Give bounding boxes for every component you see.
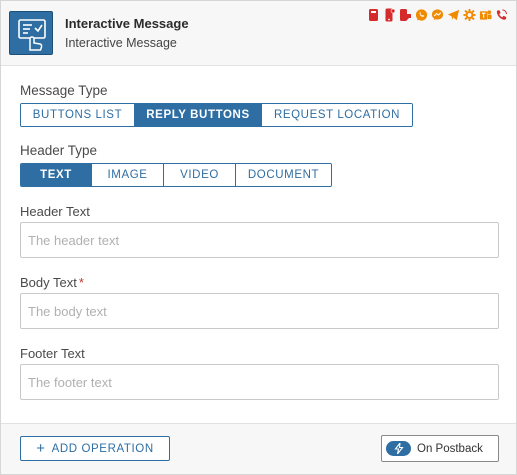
message-type-label: Message Type (20, 83, 108, 98)
plus-icon: + (36, 440, 46, 457)
header-type-video[interactable]: Video (164, 164, 236, 186)
sms-icon (367, 8, 380, 22)
add-operation-button[interactable]: + ADD OPERATION (20, 436, 170, 461)
message-type-buttons-list[interactable]: Buttons List (21, 104, 135, 126)
header-type-document[interactable]: Document (236, 164, 331, 186)
webhook-icon (463, 8, 476, 22)
interactive-message-panel: Interactive Message Interactive Message (0, 0, 517, 475)
node-subtitle: Interactive Message (65, 36, 177, 50)
message-type-request-location[interactable]: Request Location (262, 104, 412, 126)
header-type-image[interactable]: Image (92, 164, 164, 186)
header-type-label: Header Type (20, 143, 98, 158)
body-text-label-row: Body Text * (20, 275, 84, 290)
on-postback-button[interactable]: On Postback (381, 435, 499, 462)
messenger-icon (431, 8, 444, 22)
node-footer: + ADD OPERATION On Postback (1, 423, 516, 474)
message-type-selector: Buttons List Reply Buttons Request Locat… (20, 103, 413, 127)
required-marker: * (78, 275, 84, 290)
teams-icon (479, 8, 492, 22)
node-header: Interactive Message Interactive Message (1, 1, 516, 66)
interactive-message-icon (9, 11, 53, 55)
telegram-icon (447, 8, 460, 22)
footer-text-input[interactable] (20, 364, 499, 400)
body-text-input[interactable] (20, 293, 499, 329)
header-text-input[interactable] (20, 222, 499, 258)
header-text-label: Header Text (20, 204, 90, 219)
mobile-push-icon (383, 8, 396, 22)
header-type-selector: Text Image Video Document (20, 163, 332, 187)
node-title: Interactive Message (65, 16, 189, 31)
lightning-icon (386, 441, 411, 456)
rcs-icon (399, 8, 412, 22)
body-text-label: Body Text (20, 275, 77, 290)
add-operation-label: ADD OPERATION (51, 442, 154, 455)
whatsapp-icon (415, 8, 428, 22)
message-type-reply-buttons[interactable]: Reply Buttons (135, 104, 262, 126)
viber-icon (495, 8, 508, 22)
header-type-text[interactable]: Text (21, 164, 92, 186)
footer-text-label: Footer Text (20, 346, 85, 361)
on-postback-label: On Postback (417, 442, 483, 455)
channel-icons (367, 6, 508, 24)
